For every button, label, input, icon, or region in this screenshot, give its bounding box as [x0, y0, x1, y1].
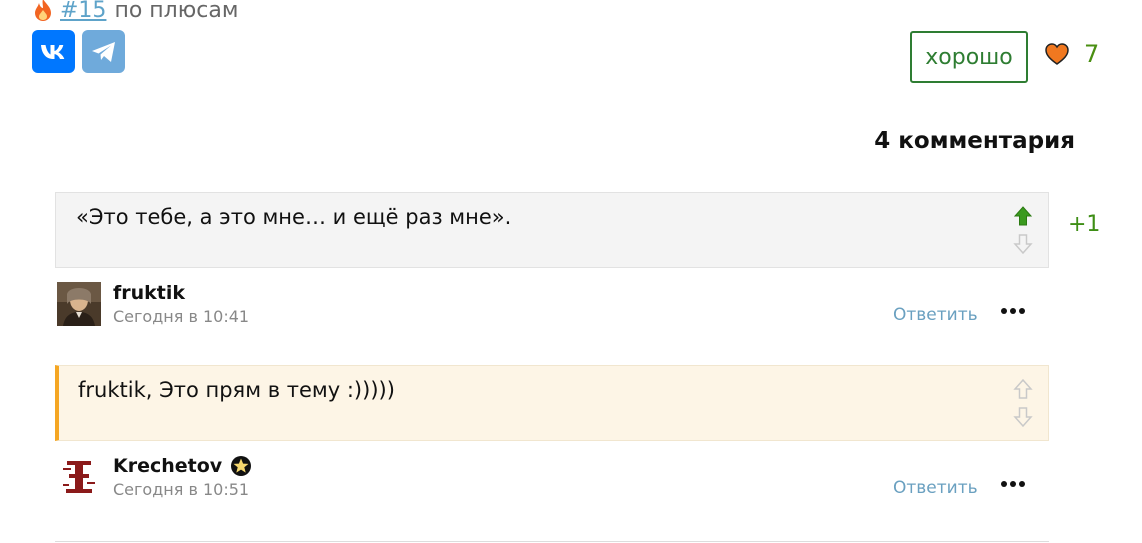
- downvote-arrow-icon[interactable]: [1012, 406, 1034, 428]
- vote-controls: [1012, 205, 1034, 255]
- author-name-text[interactable]: Krechetov: [113, 455, 222, 477]
- comment-date: Сегодня в 10:51: [113, 480, 250, 499]
- more-options-button[interactable]: [1001, 308, 1025, 314]
- vk-share-button[interactable]: [32, 30, 75, 73]
- vote-controls: [1012, 378, 1034, 428]
- comments-count-heading: 4 комментария: [874, 128, 1075, 154]
- likes-count: 7: [1084, 40, 1100, 68]
- upvote-arrow-icon[interactable]: [1012, 205, 1034, 227]
- reply-button[interactable]: Ответить: [893, 478, 978, 498]
- rank-info: #15 по плюсам: [32, 0, 238, 25]
- comment-text: fruktik, Это прям в тему :))))): [78, 378, 395, 402]
- more-options-button[interactable]: [1001, 481, 1025, 487]
- comment-author: fruktik Сегодня в 10:41 Ответить: [57, 282, 1047, 332]
- avatar[interactable]: [57, 455, 101, 499]
- star-badge-icon: [231, 456, 252, 476]
- rank-link[interactable]: #15: [60, 0, 106, 23]
- rank-suffix: по плюсам: [114, 0, 239, 23]
- telegram-share-button[interactable]: [82, 30, 125, 73]
- avatar[interactable]: [57, 282, 101, 326]
- vk-icon: [40, 44, 64, 59]
- comment-body: fruktik, Это прям в тему :))))): [55, 365, 1049, 441]
- likes-counter: 7: [1044, 40, 1099, 68]
- heart-icon[interactable]: [1044, 42, 1070, 66]
- telegram-icon: [91, 41, 115, 62]
- comment-body: «Это тебе, а это мне… и ещё раз мне».: [55, 192, 1049, 268]
- comment-author: Krechetov Сегодня в 10:51 Ответить: [57, 455, 1047, 505]
- share-buttons: [32, 30, 125, 73]
- author-name[interactable]: Krechetov: [113, 455, 252, 477]
- divider: [55, 541, 1049, 542]
- upvote-arrow-icon[interactable]: [1012, 378, 1034, 400]
- rate-good-button[interactable]: хорошо: [910, 31, 1028, 83]
- comment-date: Сегодня в 10:41: [113, 307, 250, 326]
- downvote-arrow-icon[interactable]: [1012, 233, 1034, 255]
- comment-text: «Это тебе, а это мне… и ещё раз мне».: [76, 205, 512, 229]
- author-name-text[interactable]: fruktik: [113, 282, 185, 304]
- comment-score: +1: [1068, 212, 1101, 237]
- flame-icon: [35, 0, 51, 21]
- reply-button[interactable]: Ответить: [893, 305, 978, 325]
- author-name[interactable]: fruktik: [113, 282, 185, 304]
